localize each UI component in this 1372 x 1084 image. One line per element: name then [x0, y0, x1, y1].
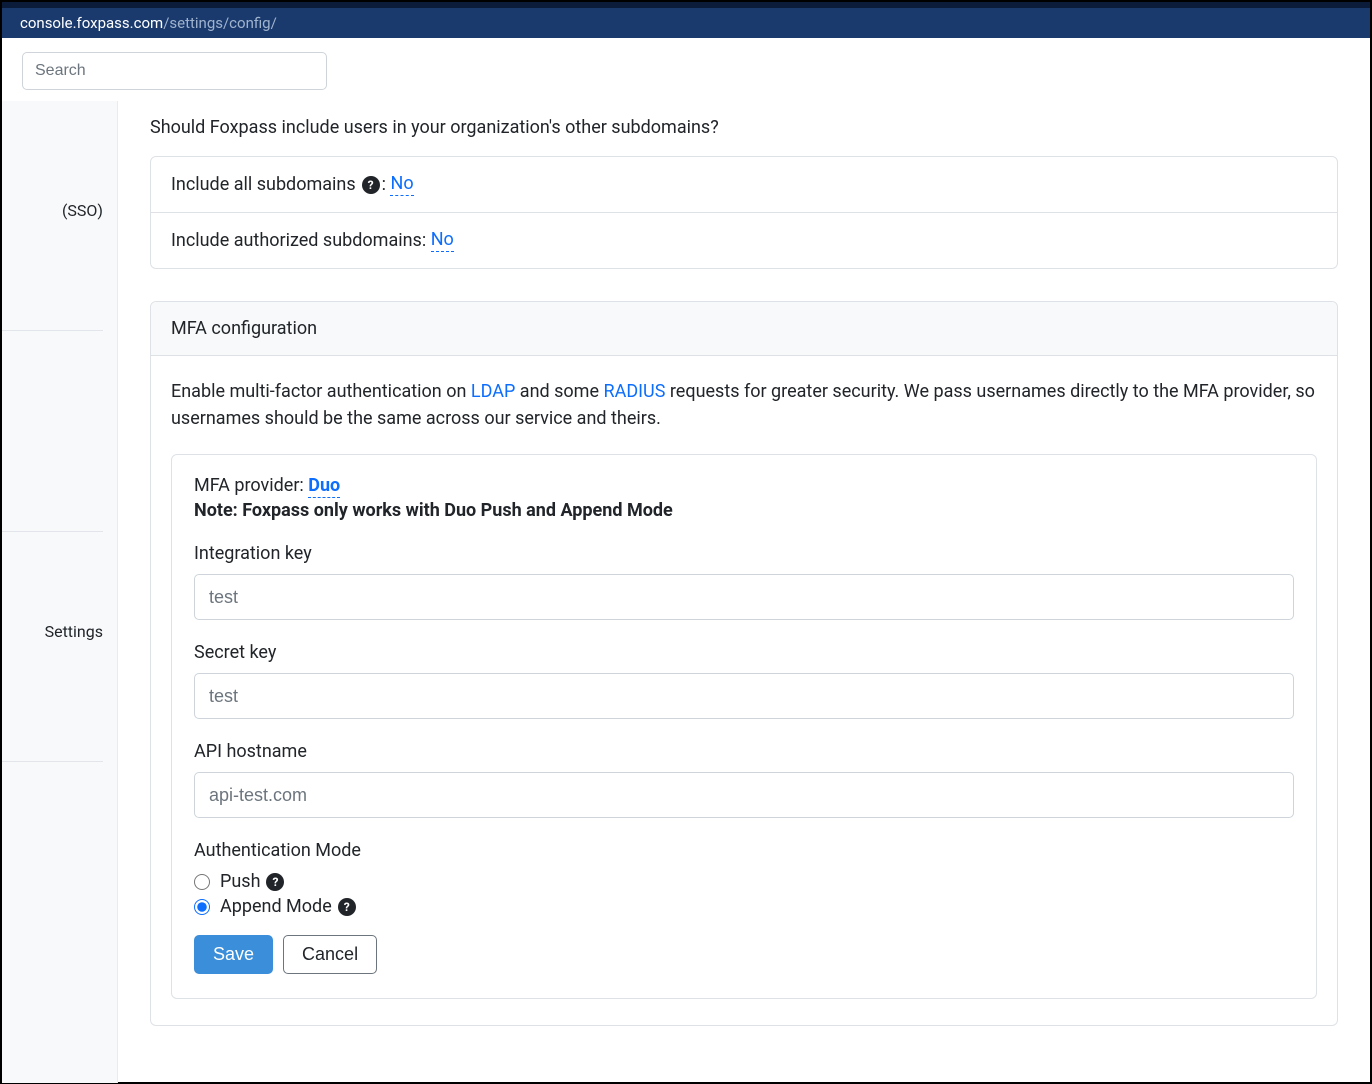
integration-key-input[interactable]	[194, 574, 1294, 620]
secret-key-input[interactable]	[194, 673, 1294, 719]
push-radio[interactable]	[194, 874, 210, 890]
help-icon[interactable]: ?	[362, 176, 380, 194]
help-icon[interactable]: ?	[266, 873, 284, 891]
auth-mode-push-row[interactable]: Push ?	[194, 871, 1294, 892]
search-bar-wrap	[2, 38, 1370, 101]
append-radio-label: Append Mode	[220, 896, 332, 917]
sidebar: (SSO) Settings	[2, 101, 118, 1083]
auth-mode-append-row[interactable]: Append Mode ?	[194, 896, 1294, 917]
sidebar-item-settings[interactable]: Settings	[2, 612, 117, 651]
push-radio-label: Push	[220, 871, 260, 892]
append-radio[interactable]	[194, 899, 210, 915]
radius-link[interactable]: RADIUS	[603, 381, 665, 402]
secret-key-label: Secret key	[194, 642, 1294, 663]
api-hostname-label: API hostname	[194, 741, 1294, 762]
include-authorized-subdomains-row: Include authorized subdomains: No	[151, 213, 1337, 268]
include-auth-label: Include authorized subdomains:	[171, 230, 426, 251]
mfa-note: Note: Foxpass only works with Duo Push a…	[194, 500, 1294, 521]
include-all-value-link[interactable]: No	[390, 173, 413, 196]
subdomains-card: Include all subdomains ?: No Include aut…	[150, 156, 1338, 269]
mfa-provider-link[interactable]: Duo	[308, 475, 340, 498]
sidebar-item-sso[interactable]: (SSO)	[2, 191, 117, 230]
main-content: Should Foxpass include users in your org…	[118, 101, 1370, 1083]
cancel-button[interactable]: Cancel	[283, 935, 377, 974]
include-auth-value-link[interactable]: No	[431, 229, 454, 252]
sidebar-separator	[2, 330, 103, 331]
help-icon[interactable]: ?	[338, 898, 356, 916]
ldap-link[interactable]: LDAP	[471, 381, 515, 402]
search-input[interactable]	[22, 52, 327, 90]
mfa-description: Enable multi-factor authentication on LD…	[171, 378, 1317, 432]
url-path: /settings/config/	[163, 14, 277, 32]
mfa-panel: MFA configuration Enable multi-factor au…	[150, 301, 1338, 1026]
mfa-panel-header: MFA configuration	[151, 302, 1337, 356]
include-all-label: Include all subdomains	[171, 174, 356, 195]
mfa-provider-line: MFA provider: Duo	[194, 475, 1294, 496]
api-hostname-input[interactable]	[194, 772, 1294, 818]
url-host: console.foxpass.com	[20, 14, 163, 32]
include-all-subdomains-row: Include all subdomains ?: No	[151, 157, 1337, 213]
mfa-form-card: MFA provider: Duo Note: Foxpass only wor…	[171, 454, 1317, 999]
sidebar-separator	[2, 761, 103, 762]
subdomains-question: Should Foxpass include users in your org…	[150, 117, 1338, 138]
auth-mode-label: Authentication Mode	[194, 840, 1294, 861]
integration-key-label: Integration key	[194, 543, 1294, 564]
url-bar: console.foxpass.com/settings/config/	[2, 8, 1370, 38]
save-button[interactable]: Save	[194, 935, 273, 974]
